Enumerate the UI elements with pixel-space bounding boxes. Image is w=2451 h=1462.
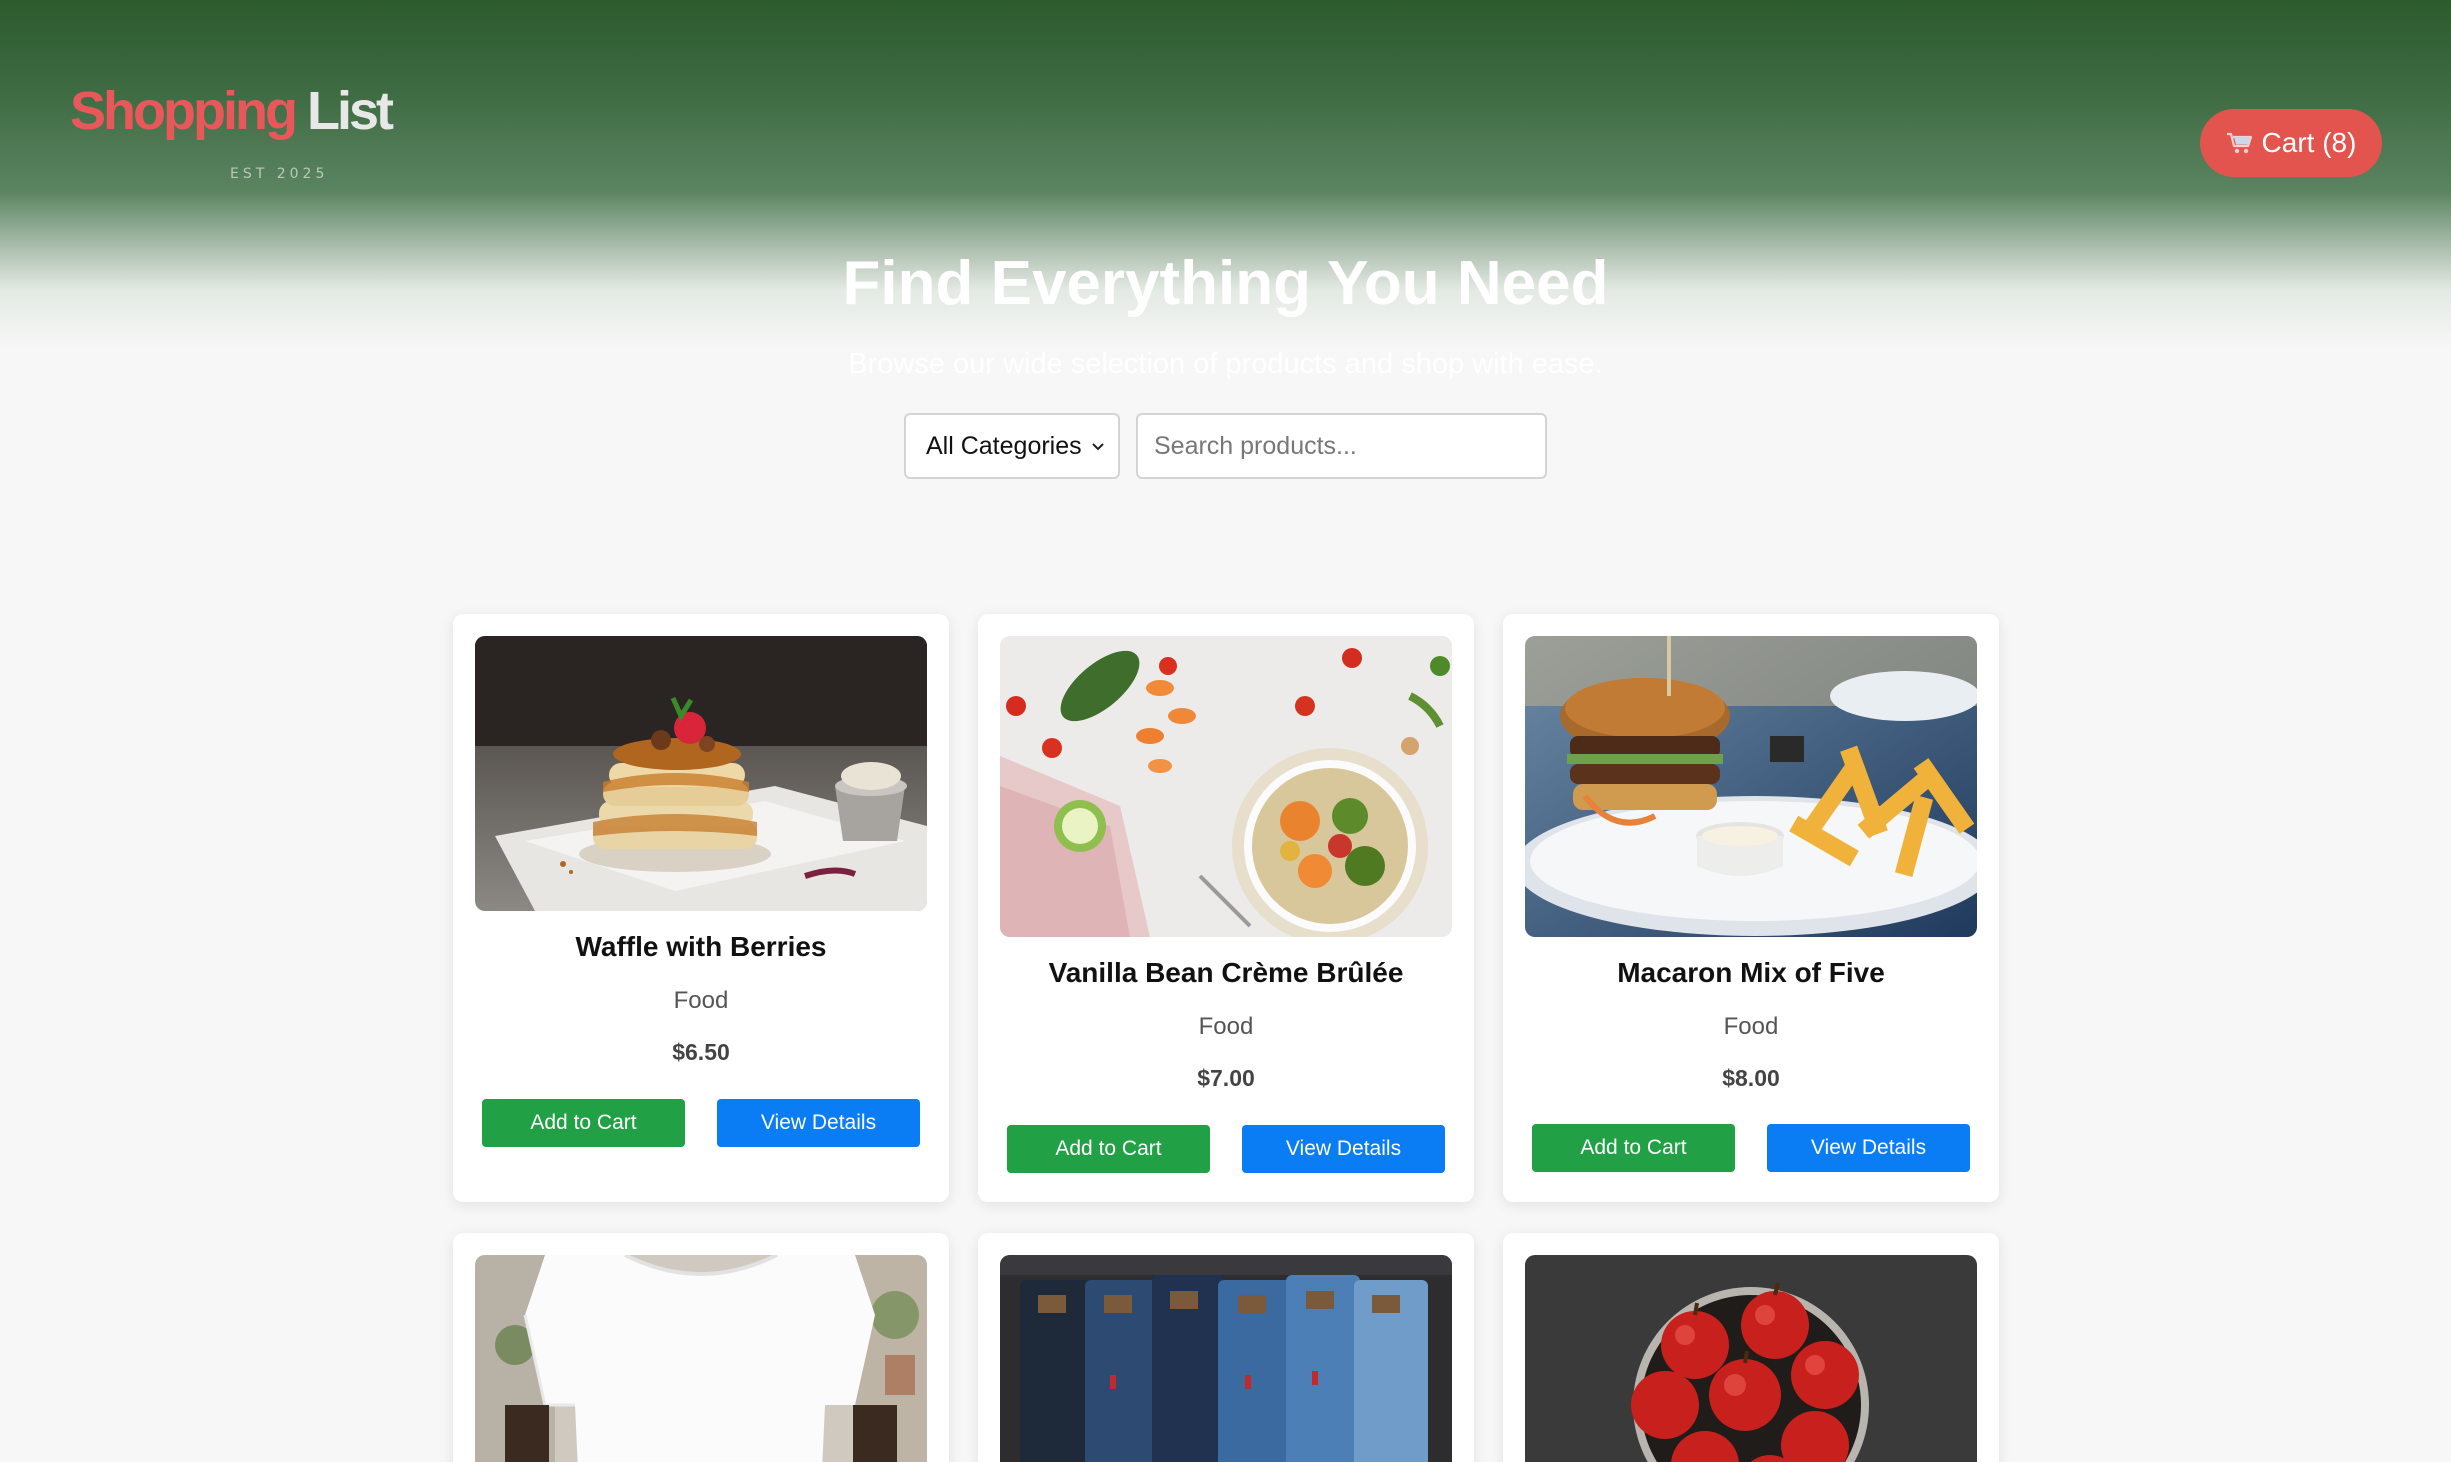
product-name: Waffle with Berries — [575, 931, 827, 962]
logo-word-1: Shopping — [70, 81, 298, 141]
cart-label: Cart (8) — [2261, 127, 2357, 158]
product-card — [978, 1233, 1474, 1462]
add-to-cart-button[interactable]: Add to Cart — [482, 1099, 685, 1147]
view-details-button[interactable]: View Details — [1242, 1125, 1445, 1173]
category-selected-value: All Categories — [926, 431, 1082, 460]
product-image[interactable] — [1000, 636, 1452, 937]
burger-and-fries-photo — [1525, 636, 1977, 937]
view-details-button[interactable]: View Details — [717, 1099, 920, 1147]
red-apples-bowl-photo — [1525, 1255, 1977, 1462]
product-price: $6.50 — [672, 1039, 730, 1065]
hero-subtitle: Browse our wide selection of products an… — [848, 348, 1603, 380]
product-category: Food — [1723, 1013, 1779, 1040]
shopping-cart-icon — [2226, 131, 2254, 155]
product-card: Vanilla Bean Crème Brûlée Food $7.00 Add… — [978, 614, 1474, 1202]
logo-word-2: List — [306, 81, 394, 141]
product-image[interactable] — [475, 636, 927, 911]
add-to-cart-button[interactable]: Add to Cart — [1007, 1125, 1210, 1173]
search-bar: All Categories — [904, 413, 1547, 479]
product-card: Waffle with Berries Food $6.50 Add to Ca… — [453, 614, 949, 1202]
product-image[interactable] — [1000, 1255, 1452, 1462]
category-select[interactable]: All Categories — [904, 413, 1120, 479]
product-category: Food — [673, 987, 729, 1014]
brand-logo[interactable]: Shopping List EST 2025 — [70, 84, 410, 194]
product-image[interactable] — [1525, 1255, 1977, 1462]
product-price: $7.00 — [1197, 1065, 1255, 1091]
product-image[interactable] — [1525, 636, 1977, 937]
view-details-button[interactable]: View Details — [1767, 1124, 1970, 1172]
white-tshirt-photo — [475, 1255, 927, 1462]
product-card: Macaron Mix of Five Food $8.00 Add to Ca… — [1503, 614, 1999, 1202]
product-card — [453, 1233, 949, 1462]
vegetable-bowl-photo — [1000, 636, 1452, 937]
search-input[interactable] — [1136, 413, 1547, 479]
add-to-cart-button[interactable]: Add to Cart — [1532, 1124, 1735, 1172]
product-category: Food — [1198, 1013, 1254, 1040]
denim-jeans-photo — [1000, 1255, 1452, 1462]
product-card — [1503, 1233, 1999, 1462]
hero-title: Find Everything You Need — [842, 249, 1609, 318]
logo-tagline: EST 2025 — [230, 166, 329, 182]
cart-button[interactable]: Cart (8) — [2200, 109, 2382, 177]
logo-text: Shopping List — [70, 84, 410, 138]
product-name: Macaron Mix of Five — [1617, 957, 1885, 988]
product-price: $8.00 — [1722, 1065, 1780, 1091]
product-image[interactable] — [475, 1255, 927, 1462]
product-name: Vanilla Bean Crème Brûlée — [1048, 957, 1404, 988]
pancake-stack-photo — [475, 636, 927, 911]
chevron-down-icon — [1092, 443, 1104, 451]
